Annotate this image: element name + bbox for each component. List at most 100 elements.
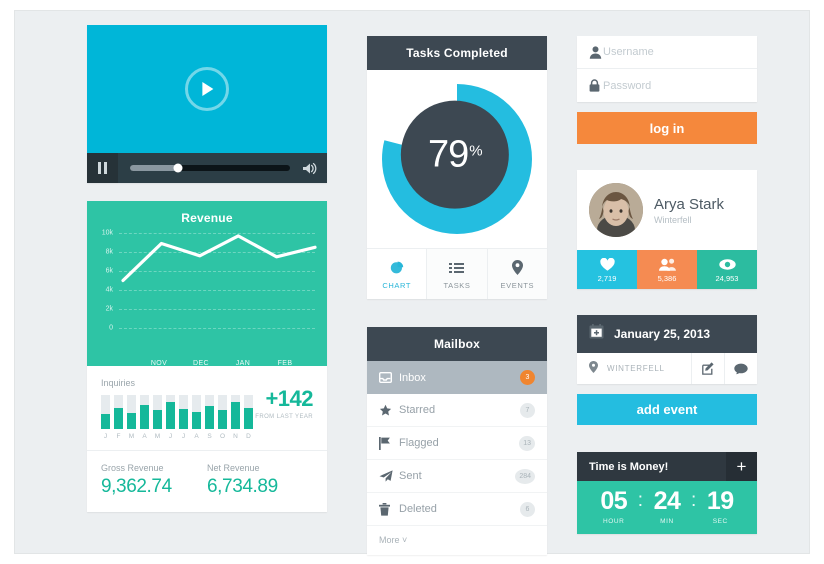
bar-month-label: M — [154, 433, 161, 440]
event-comment-button[interactable] — [724, 353, 757, 384]
tasks-tabs: CHART TASKS EVENTS — [367, 248, 547, 299]
profile-header: Arya Stark Winterfell — [577, 170, 757, 250]
bar-month-label: F — [116, 433, 121, 440]
mailbox-item-label: Flagged — [399, 437, 439, 449]
mailbox-item-badge: 3 — [520, 370, 535, 385]
dashboard-page: Revenue 10k 8k 6k 4k 2k 0 NOV DEC JAN FE… — [14, 10, 810, 555]
event-location: WINTERFELL — [577, 360, 691, 378]
right-column: log in Arya — [577, 36, 757, 534]
video-player-card — [87, 25, 327, 183]
mailbox-title: Mailbox — [367, 327, 547, 361]
tab-tasks[interactable]: TASKS — [427, 249, 488, 299]
mailbox-item-label: Deleted — [399, 503, 437, 515]
user-icon — [589, 45, 603, 59]
inquiries-section: Inquiries JFMAMJJASOND +142 FROM LAST YE… — [87, 366, 327, 451]
event-edit-button[interactable] — [691, 353, 724, 384]
left-column: Revenue 10k 8k 6k 4k 2k 0 NOV DEC JAN FE… — [87, 25, 327, 512]
bar-month-label: O — [219, 433, 226, 440]
net-revenue: Net Revenue 6,734.89 — [207, 463, 313, 498]
timer-sec: 19 SEC — [697, 489, 743, 526]
mailbox-more-button[interactable]: More ˅ — [367, 526, 547, 555]
username-input[interactable] — [603, 46, 745, 58]
profile-name: Arya Stark — [654, 195, 725, 213]
mailbox-item-inbox[interactable]: Inbox 3 — [367, 361, 547, 394]
video-progress-fill — [130, 165, 178, 171]
bar-month-label: J — [103, 433, 108, 440]
people-icon — [637, 257, 697, 271]
pause-button[interactable] — [87, 153, 118, 183]
lock-icon — [589, 79, 603, 92]
mailbox-item-label: Inbox — [399, 371, 426, 384]
timer-hour: 05 HOUR — [591, 487, 637, 526]
donut-center: 79% — [400, 100, 509, 209]
timer-title: Time is Money! — [589, 460, 669, 473]
timer-min: 24 MIN — [644, 489, 690, 526]
timer-min-label: MIN — [660, 518, 674, 525]
stat-value: 2,719 — [597, 274, 617, 283]
location-pin-icon — [589, 360, 598, 378]
timer-separator: : — [691, 490, 697, 511]
bar-column — [114, 395, 123, 429]
stat-likes[interactable]: 2,719 — [577, 250, 637, 289]
profile-meta: Arya Stark Winterfell — [654, 196, 724, 225]
password-input[interactable] — [603, 79, 745, 92]
event-card: January 25, 2013 WINTERFELL — [577, 315, 757, 384]
profile-location: Winterfell — [654, 214, 692, 225]
tab-tasks-label: TASKS — [443, 281, 471, 290]
gross-revenue-label: Gross Revenue — [101, 463, 164, 473]
video-screen[interactable] — [87, 25, 327, 153]
bar-month-label: N — [233, 433, 238, 440]
tab-chart[interactable]: CHART — [367, 249, 428, 299]
list-icon — [427, 259, 486, 276]
inquiries-delta: +142 FROM LAST YEAR — [255, 386, 313, 420]
mailbox-item-starred[interactable]: Starred 7 — [367, 394, 547, 427]
username-field-row[interactable] — [577, 36, 757, 69]
password-field-row[interactable] — [577, 69, 757, 102]
profile-stats: 2,719 5,386 24,953 — [577, 250, 757, 289]
revenue-title: Revenue — [181, 211, 233, 225]
mailbox-item-badge: 6 — [520, 501, 535, 517]
mailbox-item-badge: 7 — [520, 402, 535, 418]
inquiries-delta-caption: FROM LAST YEAR — [255, 414, 313, 420]
video-progress-handle[interactable] — [173, 163, 183, 173]
mailbox-item-badge: 13 — [519, 435, 535, 451]
gross-revenue: Gross Revenue 9,362.74 — [101, 463, 207, 498]
stat-views[interactable]: 24,953 — [697, 250, 757, 289]
profile-card: Arya Stark Winterfell 2,719 5,386 24,953 — [577, 170, 757, 289]
bar-month-label: J — [168, 433, 173, 440]
event-header: January 25, 2013 — [577, 315, 757, 353]
login-form — [577, 36, 757, 102]
pause-icon — [98, 162, 107, 174]
tasks-percent-number: 79 — [428, 133, 469, 176]
bar-column — [179, 395, 188, 429]
net-revenue-label: Net Revenue — [207, 463, 260, 473]
inquiries-month-labels: JFMAMJJASOND — [101, 433, 313, 440]
mailbox-item-deleted[interactable]: Deleted 6 — [367, 493, 547, 526]
flag-icon — [379, 436, 399, 450]
video-progress-bar[interactable] — [130, 163, 290, 173]
timer-hour-value: 05 — [600, 487, 628, 515]
add-event-button[interactable]: add event — [577, 394, 757, 425]
bar-month-label: S — [207, 433, 212, 440]
bar-column — [127, 395, 136, 429]
tab-events-label: EVENTS — [500, 281, 535, 290]
timer-header: Time is Money! + — [577, 452, 757, 481]
bar-month-label: D — [246, 433, 251, 440]
pie-chart-icon — [367, 259, 426, 276]
timer-add-button[interactable]: + — [726, 452, 757, 481]
bar-column — [244, 395, 253, 429]
tab-events[interactable]: EVENTS — [487, 249, 547, 299]
play-button[interactable] — [185, 67, 229, 111]
bar-column — [231, 395, 240, 429]
bar-month-label: A — [194, 433, 199, 440]
bar-month-label: J — [181, 433, 186, 440]
login-button[interactable]: log in — [577, 112, 757, 144]
event-body: WINTERFELL — [577, 353, 757, 384]
mailbox-item-sent[interactable]: Sent 284 — [367, 460, 547, 493]
mailbox-more-label: More — [379, 535, 400, 545]
volume-icon[interactable] — [302, 162, 317, 175]
stat-followers[interactable]: 5,386 — [637, 250, 697, 289]
revenue-card: Revenue 10k 8k 6k 4k 2k 0 NOV DEC JAN FE… — [87, 201, 327, 512]
mailbox-item-flagged[interactable]: Flagged 13 — [367, 427, 547, 460]
stat-value: 24,953 — [715, 274, 739, 283]
